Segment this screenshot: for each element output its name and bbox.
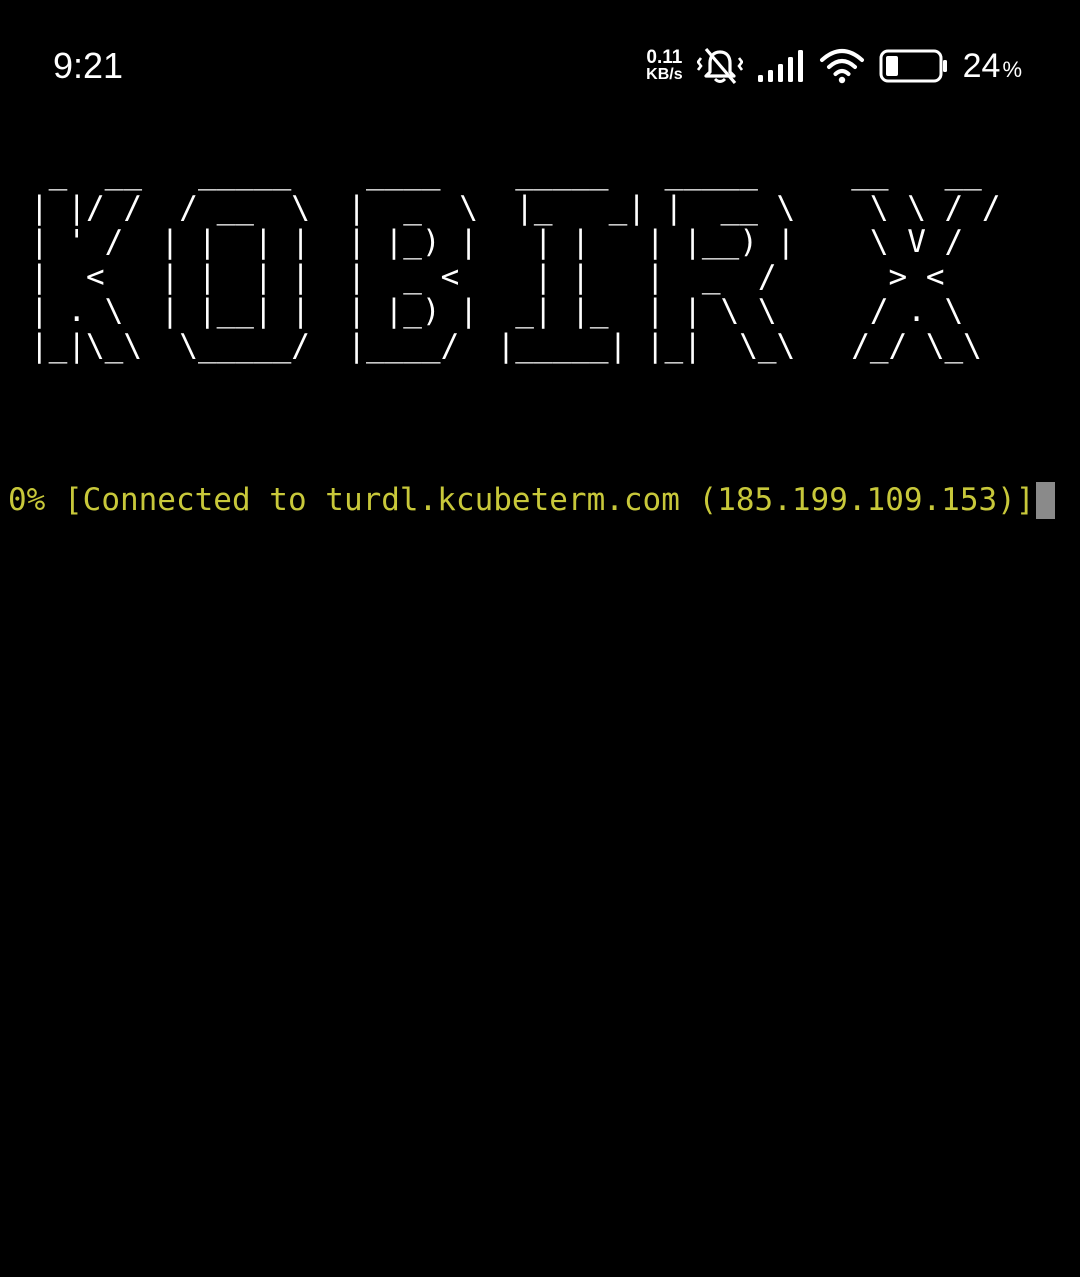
terminal-cursor <box>1035 481 1055 519</box>
network-speed-value: 0.11 <box>646 47 683 68</box>
cellular-signal-icon <box>757 49 805 83</box>
battery-icon <box>879 49 949 83</box>
status-time: 9:21 <box>53 45 124 86</box>
terminal-output-line: 0% [Connected to turdl.kcubeterm.com (18… <box>8 480 1055 520</box>
terminal-view[interactable]: _ __ _____ ____ _____ _____ __ __ | |/ /… <box>0 150 1080 1270</box>
battery-percentage-value: 24 <box>962 46 1001 85</box>
wifi-icon <box>819 48 865 84</box>
battery-percentage: 24 % <box>963 47 1022 86</box>
network-speed-unit: KB/s <box>646 66 683 83</box>
status-icons: 0.11 KB/s 24 % <box>646 44 1022 88</box>
network-speed: 0.11 KB/s <box>646 47 683 83</box>
battery-percentage-symbol: % <box>1002 56 1022 82</box>
ascii-banner: _ __ _____ ____ _____ _____ __ __ | |/ /… <box>30 155 1001 364</box>
status-bar: 9:21 0.11 KB/s 24 % <box>0 0 1080 130</box>
phone-screen: 9:21 0.11 KB/s 24 % _ __ _____ ____ ____… <box>0 0 1080 1277</box>
connection-status-text: 0% [Connected to turdl.kcubeterm.com (18… <box>8 482 1035 518</box>
vibrate-off-icon <box>696 46 743 86</box>
